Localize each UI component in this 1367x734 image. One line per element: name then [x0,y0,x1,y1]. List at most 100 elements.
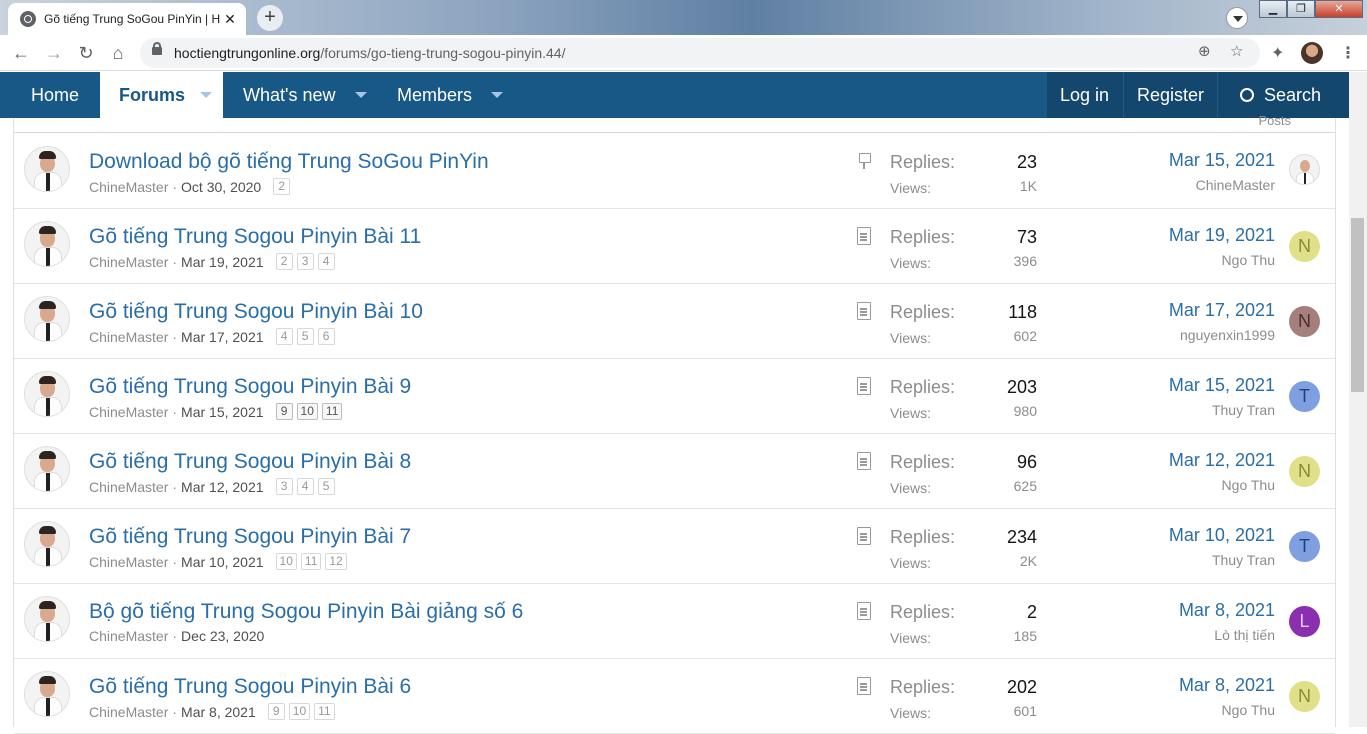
thread-author[interactable]: ChineMaster [89,554,168,570]
last-post-user[interactable]: Ngo Thu [1222,702,1275,718]
thread-row[interactable]: Gõ tiếng Trung Sogou Pinyin Bài 7 ChineMa… [14,509,1335,584]
page-jump-link[interactable]: 11 [314,703,335,720]
author-avatar[interactable] [24,371,70,417]
thread-start-date[interactable]: Mar 12, 2021 [181,479,264,495]
thread-row[interactable]: Gõ tiếng Trung Sogou Pinyin Bài 10 ChineM… [14,284,1335,359]
page-scrollbar-thumb[interactable] [1351,218,1364,392]
last-post-user[interactable]: Ngo Thu [1222,477,1275,493]
last-poster-avatar[interactable]: T [1289,381,1320,412]
nav-home[interactable]: Home [31,72,79,118]
thread-start-date[interactable]: Mar 8, 2021 [181,704,256,720]
thread-title-link[interactable]: Gõ tiếng Trung Sogou Pinyin Bài 7 [89,525,411,549]
thread-row[interactable]: Download bộ gõ tiếng Trung SoGou PinYin C… [14,134,1335,209]
thread-start-date[interactable]: Mar 17, 2021 [181,329,264,345]
thread-title-link[interactable]: Bộ gõ tiếng Trung Sogou Pinyin Bài giảng… [89,600,523,624]
page-jump-link[interactable]: 10 [288,703,311,720]
page-jump-link[interactable]: 4 [296,478,314,495]
page-jump-link[interactable]: 10 [296,403,318,420]
thread-title-link[interactable]: Gõ tiếng Trung Sogou Pinyin Bài 10 [89,300,423,324]
page-jump-link[interactable]: 2 [275,253,293,270]
last-poster-avatar[interactable]: T [1289,531,1320,562]
last-poster-avatar[interactable]: L [1289,606,1320,637]
author-avatar[interactable] [24,146,70,192]
minimize-button[interactable]: ▁ [1259,0,1287,18]
tab-search-icon[interactable] [1226,7,1248,29]
extensions-puzzle-icon[interactable]: ✦ [1271,43,1284,63]
thread-row[interactable]: Gõ tiếng Trung Sogou Pinyin Bài 11 ChineM… [14,209,1335,284]
maximize-button[interactable]: ❐ [1287,0,1315,18]
last-post-user[interactable]: ChineMaster [1196,177,1275,193]
thread-start-date[interactable]: Mar 15, 2021 [181,404,264,420]
last-poster-avatar[interactable]: N [1289,231,1320,262]
thread-title-link[interactable]: Gõ tiếng Trung Sogou Pinyin Bài 8 [89,450,411,474]
last-post-user[interactable]: nguyenxin1999 [1180,327,1275,343]
thread-title-link[interactable]: Gõ tiếng Trung Sogou Pinyin Bài 6 [89,675,411,699]
nav-login[interactable]: Log in [1060,72,1109,118]
page-jump-link[interactable]: 9 [267,703,285,720]
last-post-user[interactable]: Thuy Tran [1212,402,1275,418]
profile-avatar[interactable] [1301,42,1323,64]
thread-author[interactable]: ChineMaster [89,179,168,195]
page-jump-link[interactable]: 12 [325,553,347,570]
last-poster-avatar[interactable]: N [1289,681,1320,712]
whats-new-chevron-down-icon[interactable] [355,92,367,98]
last-post-date[interactable]: Mar 12, 2021 [1169,450,1275,471]
thread-author[interactable]: ChineMaster [89,329,168,345]
reload-icon[interactable]: ↻ [74,41,98,65]
page-jump-link[interactable]: 6 [317,328,335,345]
nav-register[interactable]: Register [1137,72,1204,118]
thread-start-date[interactable]: Oct 30, 2020 [181,179,261,195]
nav-search[interactable]: Search [1240,72,1321,118]
last-poster-avatar[interactable]: N [1289,306,1320,337]
home-icon[interactable]: ⌂ [106,41,130,65]
page-jump-link[interactable]: 11 [321,403,343,420]
last-post-date[interactable]: Mar 17, 2021 [1169,300,1275,321]
new-tab-button[interactable]: + [257,5,283,31]
last-post-date[interactable]: Mar 19, 2021 [1169,225,1275,246]
page-jump-link[interactable]: 5 [296,328,314,345]
last-poster-avatar[interactable]: N [1289,456,1320,487]
thread-author[interactable]: ChineMaster [89,628,168,644]
bookmark-star-icon[interactable]: ☆ [1230,42,1243,60]
page-jump-link[interactable]: 4 [317,253,335,270]
thread-row[interactable]: Bộ gõ tiếng Trung Sogou Pinyin Bài giảng… [14,584,1335,659]
address-bar[interactable]: hoctiengtrungonline.org/forums/go-tieng-… [140,38,1260,68]
page-jump-link[interactable]: 10 [275,553,297,570]
close-window-button[interactable]: ✕ [1315,0,1363,18]
thread-title-link[interactable]: Gõ tiếng Trung Sogou Pinyin Bài 11 [89,225,421,249]
author-avatar[interactable] [24,446,70,492]
thread-start-date[interactable]: Mar 19, 2021 [181,254,264,270]
author-avatar[interactable] [24,521,70,567]
nav-members[interactable]: Members [397,72,472,118]
thread-author[interactable]: ChineMaster [89,254,168,270]
thread-row[interactable]: Gõ tiếng Trung Sogou Pinyin Bài 6 ChineMa… [14,659,1335,734]
page-jump-link[interactable]: 9 [275,403,293,420]
author-avatar[interactable] [24,221,70,267]
thread-start-date[interactable]: Dec 23, 2020 [181,628,264,644]
last-post-user[interactable]: Lò thị tiến [1214,627,1275,643]
page-jump-link[interactable]: 4 [275,328,293,345]
page-scrollbar-track[interactable] [1349,72,1367,727]
page-jump-link[interactable]: 3 [296,253,314,270]
last-post-user[interactable]: Ngo Thu [1222,252,1275,268]
thread-row[interactable]: Gõ tiếng Trung Sogou Pinyin Bài 9 ChineMa… [14,359,1335,434]
back-arrow-icon[interactable]: ← [9,41,33,65]
last-post-date[interactable]: Mar 10, 2021 [1169,525,1275,546]
forward-arrow-icon[interactable]: → [42,41,66,65]
page-jump-link[interactable]: 5 [317,478,335,495]
last-poster-avatar[interactable] [1289,154,1320,185]
page-jump-link[interactable]: 3 [275,478,293,495]
author-avatar[interactable] [24,296,70,342]
author-avatar[interactable] [24,596,70,642]
thread-start-date[interactable]: Mar 10, 2021 [181,554,264,570]
forums-chevron-down-icon[interactable] [200,92,212,98]
author-avatar[interactable] [24,671,70,717]
last-post-user[interactable]: Thuy Tran [1212,552,1275,568]
thread-author[interactable]: ChineMaster [89,704,168,720]
page-jump-link[interactable]: 2 [273,178,291,195]
last-post-date[interactable]: Mar 8, 2021 [1179,675,1275,696]
last-post-date[interactable]: Mar 8, 2021 [1179,600,1275,621]
last-post-date[interactable]: Mar 15, 2021 [1169,150,1275,171]
last-post-date[interactable]: Mar 15, 2021 [1169,375,1275,396]
nav-whats-new[interactable]: What's new [243,72,335,118]
